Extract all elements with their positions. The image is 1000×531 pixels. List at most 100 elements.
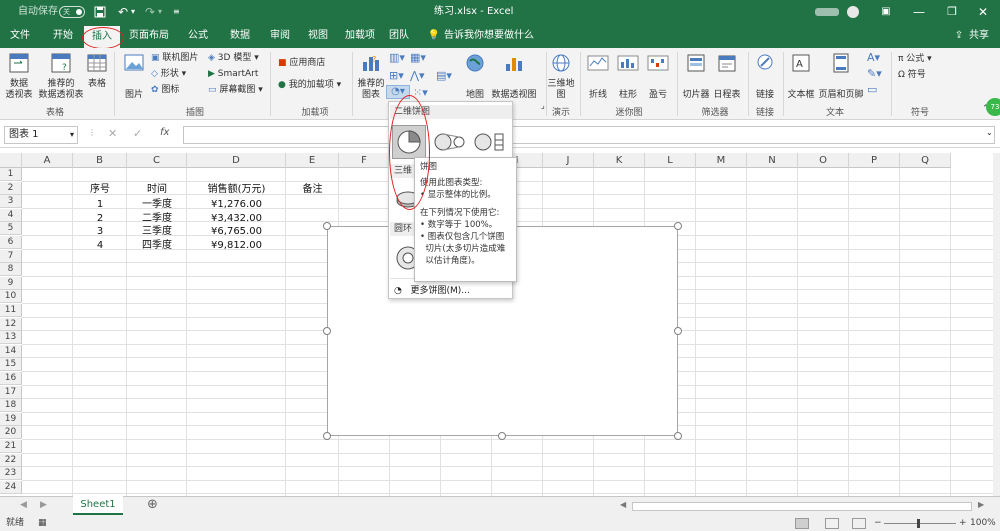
column-header-N[interactable]: N <box>747 153 798 168</box>
row-header-16[interactable]: 16 <box>0 372 22 385</box>
hierarchy-chart-icon[interactable]: ▦▾ <box>410 52 426 63</box>
sparkline-line-button[interactable]: 折线 <box>584 52 612 101</box>
row-header-21[interactable]: 21 <box>0 440 22 453</box>
row-header-17[interactable]: 17 <box>0 385 22 399</box>
cell-C6[interactable]: 四季度 <box>127 239 187 252</box>
row-header-12[interactable]: 12 <box>0 317 22 331</box>
online-pictures-button[interactable]: ▣ 联机图片 <box>151 53 198 64</box>
recommended-charts-button[interactable]: ? 推荐的 图表 <box>356 52 386 101</box>
tab-file[interactable]: 文件 <box>2 24 38 48</box>
row-header-22[interactable]: 22 <box>0 453 22 467</box>
chart-resize-handle[interactable] <box>498 432 506 440</box>
recommended-pivot-button[interactable]: ? 推荐的 数据透视表 <box>36 52 86 101</box>
cell-B5[interactable]: 3 <box>73 225 127 238</box>
cancel-entry-icon[interactable]: ✕ <box>108 127 117 140</box>
page-layout-view-icon[interactable] <box>825 518 839 529</box>
sparkline-column-button[interactable]: 柱形 <box>614 52 642 101</box>
charts-dialog-launcher-icon[interactable]: ⌟ <box>541 100 545 111</box>
row-header-9[interactable]: 9 <box>0 276 22 290</box>
cell-B4[interactable]: 2 <box>73 212 127 225</box>
insert-function-icon[interactable]: fx <box>160 127 169 138</box>
undo-dropdown-icon[interactable]: ▾ <box>131 0 135 24</box>
account-name[interactable] <box>815 8 839 16</box>
next-sheet-icon[interactable]: ▶ <box>40 500 47 510</box>
zoom-level[interactable]: 100% <box>970 516 996 531</box>
macro-record-icon[interactable]: ▦ <box>38 516 47 531</box>
equation-button[interactable]: π 公式 ▾ <box>898 54 932 65</box>
smartart-button[interactable]: ▶ SmartArt <box>208 69 258 80</box>
store-button[interactable]: ■ 应用商店 <box>278 58 325 69</box>
signature-line-icon[interactable]: ✎▾ <box>867 68 882 79</box>
combo-chart-icon[interactable]: ▤▾ <box>436 70 452 81</box>
column-header-K[interactable]: K <box>594 153 645 168</box>
new-sheet-icon[interactable]: ⊕ <box>147 497 158 512</box>
link-button[interactable]: 链接 <box>752 52 778 101</box>
row-header-1[interactable]: 1 <box>0 168 22 181</box>
tab-formulas[interactable]: 公式 <box>180 24 216 48</box>
cell-B6[interactable]: 4 <box>73 239 127 252</box>
row-header-14[interactable]: 14 <box>0 344 22 358</box>
row-header-10[interactable]: 10 <box>0 290 22 304</box>
slicer-button[interactable]: 切片器 <box>681 52 711 101</box>
cell-E2[interactable]: 备注 <box>286 183 339 196</box>
customize-qat-icon[interactable]: ≡ <box>173 0 180 24</box>
column-header-E[interactable]: E <box>286 153 339 168</box>
cell-C4[interactable]: 二季度 <box>127 212 187 225</box>
picture-button[interactable]: 图片 <box>122 52 146 101</box>
cell-D3[interactable]: ¥1,276.00 <box>187 198 286 211</box>
row-header-3[interactable]: 3 <box>0 195 22 209</box>
cell-D4[interactable]: ¥3,432.00 <box>187 212 286 225</box>
waterfall-chart-icon[interactable]: ⊞▾ <box>389 70 404 81</box>
pivot-chart-button[interactable]: 数据透视图 <box>490 52 538 101</box>
expand-formula-icon[interactable]: ⌄ <box>986 128 993 137</box>
row-header-2[interactable]: 2 <box>0 181 22 195</box>
bar-of-pie-option[interactable] <box>473 129 507 158</box>
row-header-13[interactable]: 13 <box>0 331 22 345</box>
ribbon-display-icon[interactable]: ▣ <box>869 0 903 24</box>
column-header-A[interactable]: A <box>22 153 73 168</box>
column-header-L[interactable]: L <box>645 153 696 168</box>
column-header-J[interactable]: J <box>543 153 594 168</box>
zoom-out-icon[interactable]: − <box>874 516 882 531</box>
vertical-scrollbar[interactable] <box>993 153 1000 496</box>
hscroll-right-icon[interactable]: ▶ <box>978 500 984 509</box>
row-header-4[interactable]: 4 <box>0 208 22 222</box>
line-chart-icon[interactable]: ⋀▾ <box>410 70 425 81</box>
row-header-11[interactable]: 11 <box>0 304 22 317</box>
chart-resize-handle[interactable] <box>323 327 331 335</box>
cell-C5[interactable]: 三季度 <box>127 225 187 238</box>
cell-C3[interactable]: 一季度 <box>127 198 187 211</box>
formula-input[interactable] <box>183 126 995 144</box>
row-header-19[interactable]: 19 <box>0 412 22 426</box>
column-header-P[interactable]: P <box>849 153 900 168</box>
screenshot-button[interactable]: ▭ 屏幕截图 ▾ <box>208 85 263 96</box>
horizontal-scrollbar[interactable] <box>632 502 972 511</box>
wordart-icon[interactable]: A▾ <box>867 52 880 63</box>
my-addins-button[interactable]: ● 我的加载项 ▾ <box>278 80 341 91</box>
column-chart-icon[interactable]: ▥▾ <box>389 52 405 63</box>
cell-B3[interactable]: 1 <box>73 198 127 211</box>
map-button[interactable]: 地图 <box>462 52 488 101</box>
prev-sheet-icon[interactable]: ◀ <box>20 500 27 510</box>
tab-addins[interactable]: 加载项 <box>340 24 380 48</box>
autosave-toggle[interactable]: 关 <box>59 6 85 18</box>
cell-D2[interactable]: 销售额(万元) <box>187 183 286 196</box>
timeline-button[interactable]: 日程表 <box>712 52 742 101</box>
avatar[interactable] <box>847 6 859 18</box>
page-break-view-icon[interactable] <box>852 518 866 529</box>
cell-D6[interactable]: ¥9,812.00 <box>187 239 286 252</box>
undo-icon[interactable]: ↶ <box>118 0 128 24</box>
close-icon[interactable]: ✕ <box>966 0 1000 24</box>
zoom-in-icon[interactable]: + <box>959 516 967 531</box>
row-header-20[interactable]: 20 <box>0 426 22 440</box>
header-footer-button[interactable]: 页眉和页脚 <box>818 52 864 101</box>
row-header-24[interactable]: 24 <box>0 480 22 494</box>
row-header-7[interactable]: 7 <box>0 249 22 263</box>
more-pie-charts-item[interactable]: ◔ 更多饼图(M)... <box>394 283 470 296</box>
column-header-C[interactable]: C <box>127 153 187 168</box>
zoom-slider[interactable] <box>884 523 956 524</box>
tab-home[interactable]: 开始 <box>45 24 81 48</box>
column-header-F[interactable]: F <box>339 153 390 168</box>
cell-D5[interactable]: ¥6,765.00 <box>187 225 286 238</box>
chart-resize-handle[interactable] <box>323 222 331 230</box>
